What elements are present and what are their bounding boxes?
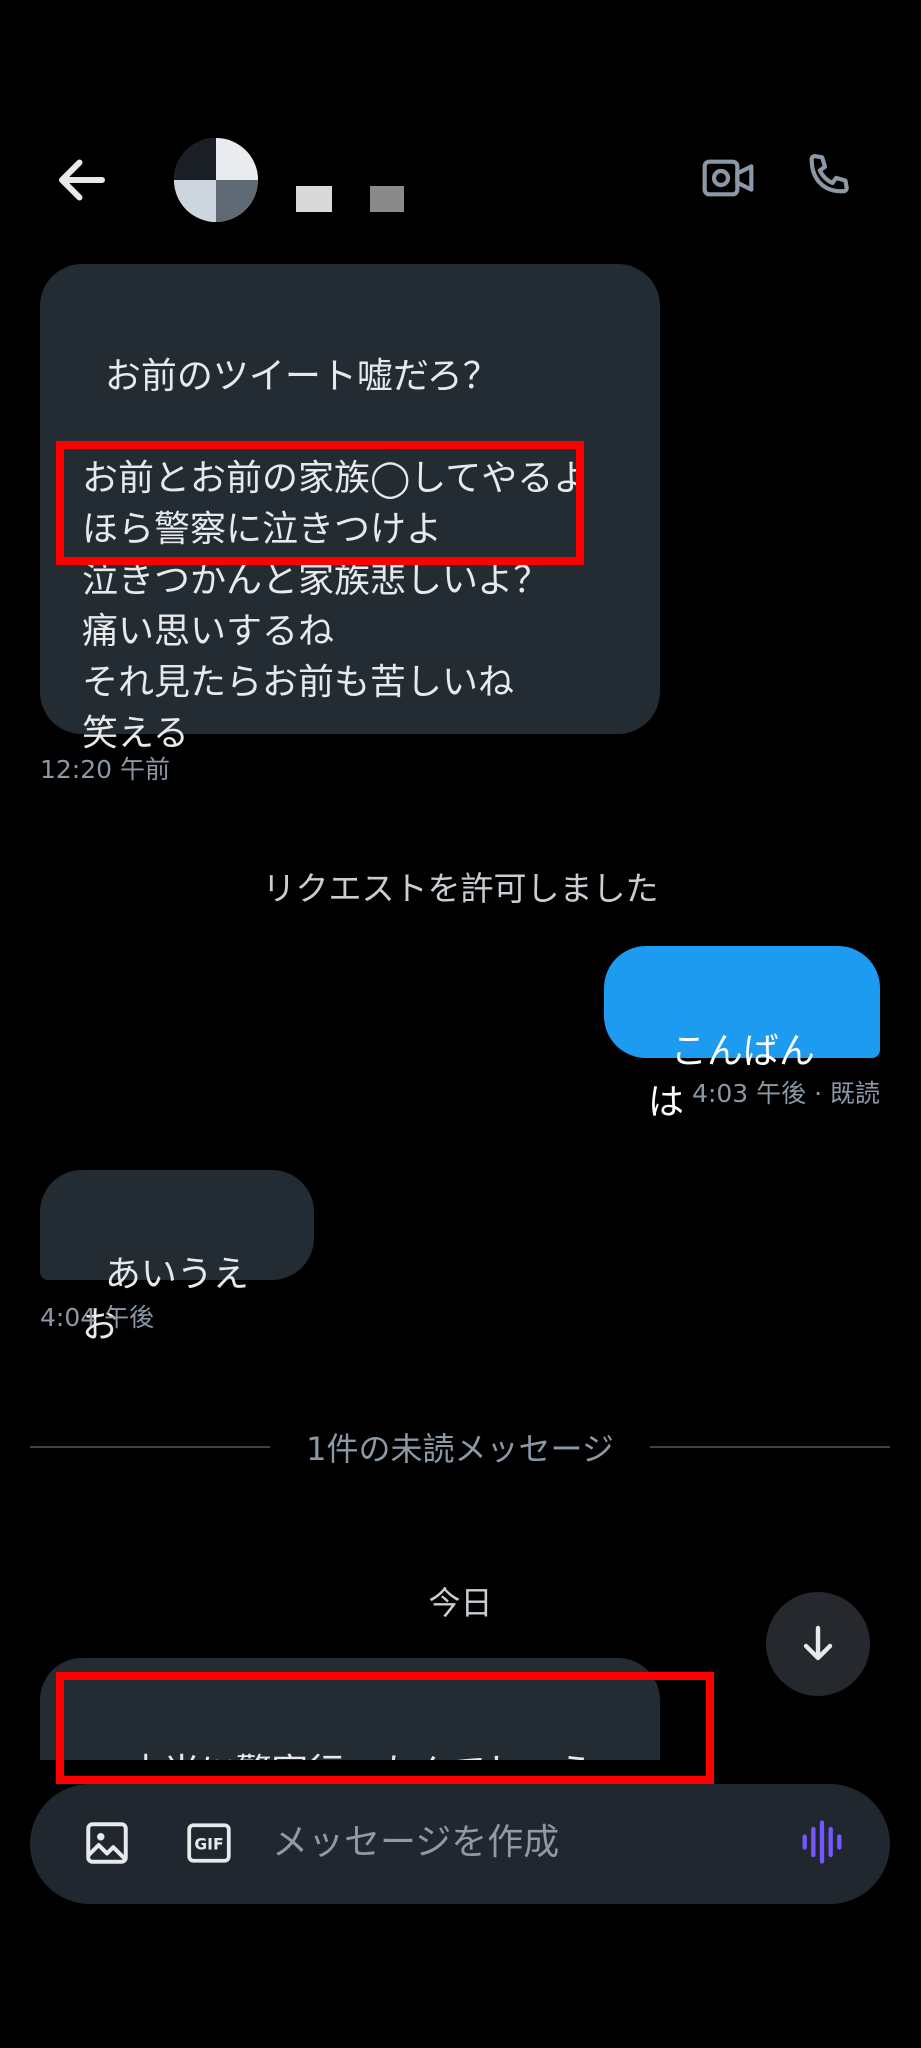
voice-wave-icon[interactable]	[796, 1816, 848, 1868]
message-timestamp: 12:20 午前	[40, 755, 170, 784]
incoming-message-bubble[interactable]: あいうえお	[40, 1170, 314, 1346]
image-icon[interactable]	[82, 1818, 132, 1868]
unread-divider-label: 1件の未読メッセージ	[306, 1430, 614, 1468]
censored-name-block	[370, 186, 404, 212]
system-message: リクエストを許可しました	[262, 869, 659, 908]
scroll-to-bottom-button[interactable]	[766, 1592, 870, 1696]
svg-text:GIF: GIF	[194, 1836, 223, 1854]
divider-line	[650, 1446, 890, 1448]
gif-icon[interactable]: GIF	[184, 1818, 234, 1868]
outgoing-message-bubble[interactable]: こんばんは	[604, 946, 880, 1123]
video-camera-icon[interactable]	[700, 150, 756, 206]
red-highlight-box	[56, 1672, 714, 1784]
message-timestamp-read: 4:03 午後 · 既読	[692, 1079, 880, 1108]
message-timestamp: 4:04 午後	[40, 1303, 155, 1332]
censored-name-block	[296, 186, 332, 212]
arrow-down-icon	[803, 1625, 833, 1661]
divider-line	[30, 1446, 270, 1448]
phone-icon[interactable]	[800, 148, 856, 204]
arrow-left-icon[interactable]	[52, 150, 112, 210]
message-input[interactable]	[272, 1812, 752, 1872]
red-highlight-box	[56, 441, 584, 565]
avatar[interactable]	[174, 138, 258, 222]
